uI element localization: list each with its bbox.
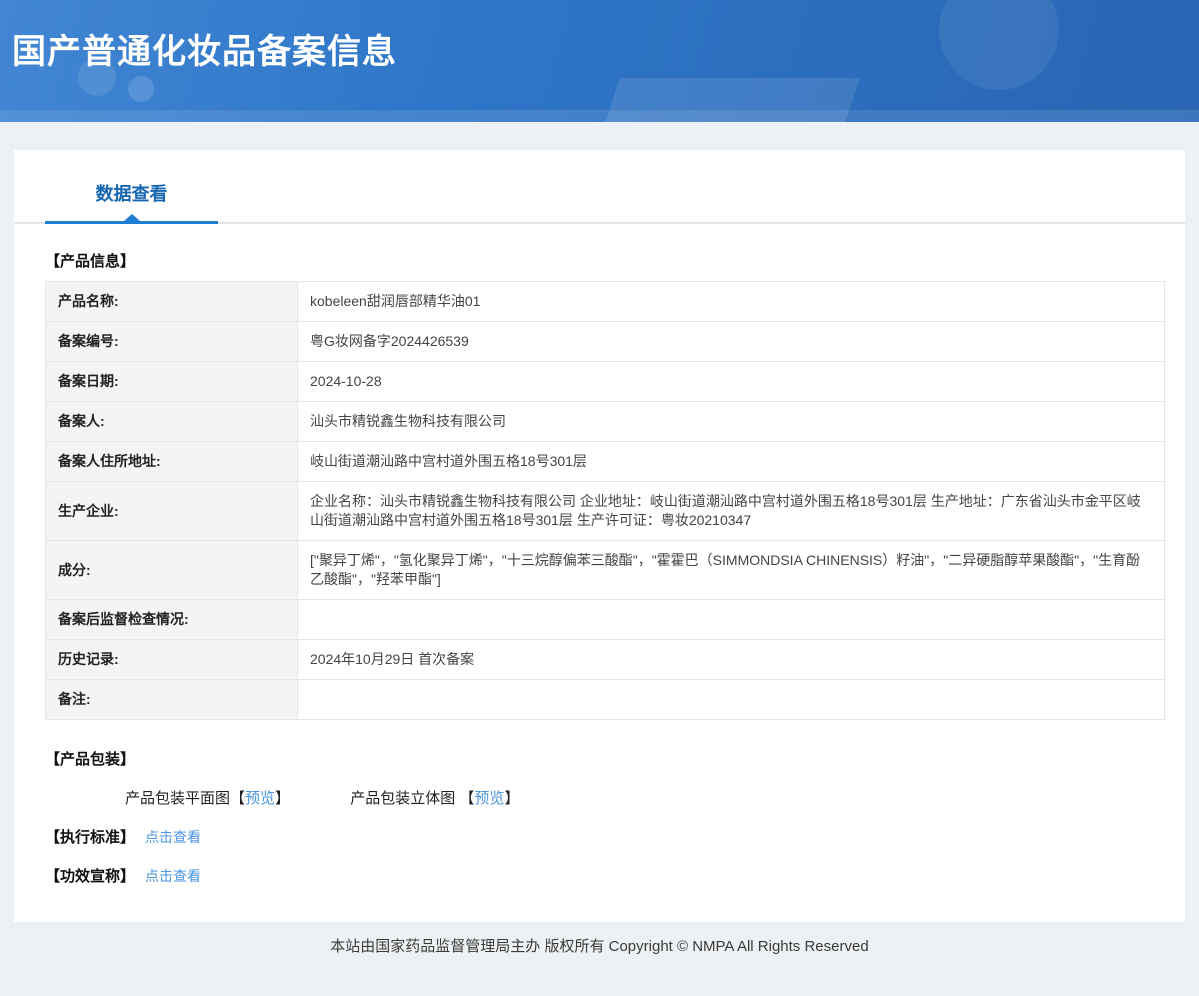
packaging-stereo-label: 产品包装立体图 xyxy=(350,790,459,807)
row-value: 2024-10-28 xyxy=(298,362,1165,402)
row-label: 备注: xyxy=(46,680,298,720)
row-value: 粤G妆网备字2024426539 xyxy=(298,322,1165,362)
product-info-table: 产品名称: kobeleen甜润唇部精华油01 备案编号: 粤G妆网备字2024… xyxy=(45,281,1165,720)
packaging-section: 【产品包装】 产品包装平面图【预览】 产品包装立体图 【预览】 xyxy=(45,748,1165,808)
page-title: 国产普通化妆品备案信息 xyxy=(0,0,1199,73)
bracket-close: 】 xyxy=(275,790,290,807)
table-row-registrant: 备案人: 汕头市精锐鑫生物科技有限公司 xyxy=(46,402,1165,442)
table-row-filing-number: 备案编号: 粤G妆网备字2024426539 xyxy=(46,322,1165,362)
table-row-supervision-check: 备案后监督检查情况: xyxy=(46,600,1165,640)
table-row-filing-date: 备案日期: 2024-10-28 xyxy=(46,362,1165,402)
table-row-ingredients: 成分: ["聚异丁烯"，"氢化聚异丁烯"，"十三烷醇偏苯三酸酯"，"霍霍巴（SI… xyxy=(46,541,1165,600)
packaging-flat-item: 产品包装平面图【预览】 xyxy=(125,787,290,808)
tab-active-underline xyxy=(45,221,218,224)
bracket-open: 【 xyxy=(230,790,245,807)
packaging-flat-label: 产品包装平面图 xyxy=(125,790,230,807)
header-banner: 国产普通化妆品备案信息 xyxy=(0,0,1199,122)
main-card: 数据查看 【产品信息】 产品名称: kobeleen甜润唇部精华油01 备案编号… xyxy=(14,150,1185,922)
page-footer: 本站由国家药品监督管理局主办 版权所有 Copyright © NMPA All… xyxy=(0,922,1199,996)
row-label: 成分: xyxy=(46,541,298,600)
row-value: 岐山街道潮汕路中宫村道外围五格18号301层 xyxy=(298,442,1165,482)
table-row-remarks: 备注: xyxy=(46,680,1165,720)
packaging-section-title: 【产品包装】 xyxy=(45,748,1165,769)
row-label: 备案编号: xyxy=(46,322,298,362)
table-row-registrant-address: 备案人住所地址: 岐山街道潮汕路中宫村道外围五格18号301层 xyxy=(46,442,1165,482)
header-decoration-circle xyxy=(128,76,154,102)
row-label: 历史记录: xyxy=(46,640,298,680)
bracket-open: 【 xyxy=(459,790,474,807)
row-label: 备案人: xyxy=(46,402,298,442)
table-row-product-name: 产品名称: kobeleen甜润唇部精华油01 xyxy=(46,282,1165,322)
table-row-history: 历史记录: 2024年10月29日 首次备案 xyxy=(46,640,1165,680)
tab-bar: 数据查看 xyxy=(14,150,1185,224)
row-value: kobeleen甜润唇部精华油01 xyxy=(298,282,1165,322)
standards-row: 【执行标准】点击查看 xyxy=(45,826,1165,847)
efficacy-row: 【功效宣称】点击查看 xyxy=(45,865,1165,886)
product-info-section-title: 【产品信息】 xyxy=(45,250,1165,271)
efficacy-label: 【功效宣称】 xyxy=(45,868,135,885)
row-label: 备案日期: xyxy=(46,362,298,402)
row-label: 备案人住所地址: xyxy=(46,442,298,482)
packaging-row: 产品包装平面图【预览】 产品包装立体图 【预览】 xyxy=(45,787,1165,808)
tab-data-view-label: 数据查看 xyxy=(96,184,168,204)
copyright-text: 本站由国家药品监督管理局主办 版权所有 Copyright © NMPA All… xyxy=(330,938,868,955)
row-value: 汕头市精锐鑫生物科技有限公司 xyxy=(298,402,1165,442)
header-bottom-glow xyxy=(0,110,1199,122)
content-area: 【产品信息】 产品名称: kobeleen甜润唇部精华油01 备案编号: 粤G妆… xyxy=(14,250,1185,886)
packaging-stereo-item: 产品包装立体图 【预览】 xyxy=(350,787,519,808)
row-value: 2024年10月29日 首次备案 xyxy=(298,640,1165,680)
row-label: 产品名称: xyxy=(46,282,298,322)
row-value xyxy=(298,600,1165,640)
packaging-stereo-preview-link[interactable]: 预览 xyxy=(474,790,504,807)
tab-data-view[interactable]: 数据查看 xyxy=(45,180,218,222)
row-value: ["聚异丁烯"，"氢化聚异丁烯"，"十三烷醇偏苯三酸酯"，"霍霍巴（SIMMON… xyxy=(298,541,1165,600)
tab-active-arrow-icon xyxy=(124,214,140,221)
efficacy-view-link[interactable]: 点击查看 xyxy=(145,868,201,884)
standards-label: 【执行标准】 xyxy=(45,829,135,846)
row-label: 备案后监督检查情况: xyxy=(46,600,298,640)
row-label: 生产企业: xyxy=(46,482,298,541)
row-value xyxy=(298,680,1165,720)
bracket-close: 】 xyxy=(504,790,519,807)
row-value: 企业名称：汕头市精锐鑫生物科技有限公司 企业地址：岐山街道潮汕路中宫村道外围五格… xyxy=(298,482,1165,541)
header-decoration-polygon xyxy=(600,78,859,122)
standards-view-link[interactable]: 点击查看 xyxy=(145,829,201,845)
packaging-flat-preview-link[interactable]: 预览 xyxy=(245,790,275,807)
table-row-manufacturer: 生产企业: 企业名称：汕头市精锐鑫生物科技有限公司 企业地址：岐山街道潮汕路中宫… xyxy=(46,482,1165,541)
